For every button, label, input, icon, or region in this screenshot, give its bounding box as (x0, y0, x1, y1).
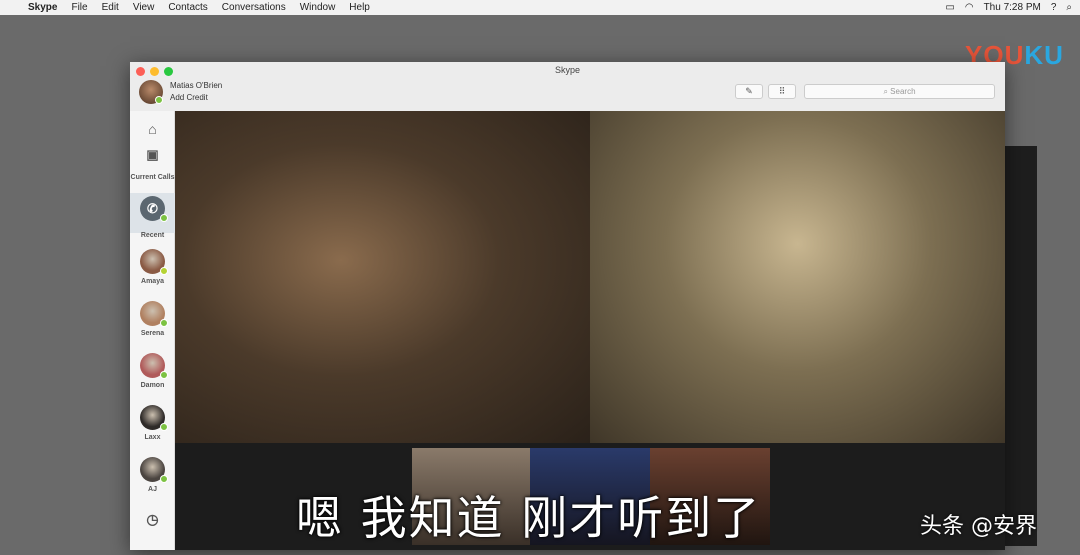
phone-icon: ✆ (140, 196, 168, 222)
skype-window: Skype Matias O'Brien Add Credit ✎ ⠿ ⌕ Se… (130, 62, 1005, 550)
menu-bar: Skype File Edit View Contacts Conversati… (0, 0, 1080, 15)
menu-contacts[interactable]: Contacts (168, 2, 207, 13)
recent-calls-item[interactable]: ✆ (130, 193, 175, 233)
background-panel (1005, 146, 1037, 546)
status-icon (160, 319, 168, 327)
user-avatar[interactable] (139, 80, 163, 104)
search-input[interactable]: ⌕ Search (804, 84, 995, 99)
participant-video-2[interactable] (590, 111, 1005, 443)
contacts-icon[interactable]: ▣ (130, 147, 175, 163)
participant-video-1[interactable] (175, 111, 590, 443)
sidebar-contact-damon[interactable]: Damon (130, 353, 175, 389)
contact-avatar (140, 301, 168, 327)
status-icon (160, 475, 168, 483)
contact-avatar (140, 249, 168, 275)
home-icon[interactable]: ⌂ (130, 121, 175, 137)
status-icon (160, 267, 168, 275)
status-icon (160, 371, 168, 379)
current-calls-label[interactable]: Current Calls (130, 174, 175, 181)
wifi-icon[interactable]: ◠ (965, 2, 974, 13)
recent-label[interactable]: Recent (130, 232, 175, 239)
contact-avatar (140, 353, 168, 379)
menu-window[interactable]: Window (300, 2, 336, 13)
sidebar-contact-aj[interactable]: AJ (130, 457, 175, 493)
menu-app[interactable]: Skype (28, 2, 57, 13)
new-chat-button[interactable]: ✎ (735, 84, 763, 99)
watermark: 头条 @安界 (920, 514, 1037, 539)
contact-name: Damon (140, 382, 165, 389)
sidebar: ⌂ ▣ Current Calls ✆ Recent Amaya Serena Da… (130, 111, 175, 550)
menu-conversations[interactable]: Conversations (222, 2, 286, 13)
window-title: Skype (554, 65, 580, 75)
subtitle: 嗯 我知道 刚才听到了 (296, 491, 762, 545)
user-name[interactable]: Matias O'Brien (170, 81, 222, 90)
menu-view[interactable]: View (133, 2, 155, 13)
clock[interactable]: Thu 7:28 PM (984, 2, 1041, 13)
airplay-icon[interactable]: ▭ (945, 2, 954, 13)
add-credit-link[interactable]: Add Credit (170, 93, 208, 102)
contact-avatar (140, 457, 168, 483)
spotlight-icon[interactable]: ⌕ (1066, 2, 1072, 13)
status-icon (160, 423, 168, 431)
contact-avatar (140, 405, 168, 431)
history-icon[interactable]: ◷ (130, 511, 175, 528)
menu-file[interactable]: File (71, 2, 87, 13)
status-online-icon (155, 96, 163, 104)
sidebar-contact-laxx[interactable]: Laxx (130, 405, 175, 441)
menu-help[interactable]: Help (349, 2, 370, 13)
contact-name: AJ (148, 486, 157, 493)
contact-name: Laxx (144, 434, 161, 441)
contact-name: Serena (140, 330, 165, 337)
sidebar-contact-serena[interactable]: Serena (130, 301, 175, 337)
menu-edit[interactable]: Edit (102, 2, 119, 13)
contact-name: Amaya (141, 278, 164, 285)
sidebar-contact-amaya[interactable]: Amaya (130, 249, 175, 285)
dialpad-button[interactable]: ⠿ (768, 84, 796, 99)
help-icon[interactable]: ? (1051, 2, 1057, 13)
